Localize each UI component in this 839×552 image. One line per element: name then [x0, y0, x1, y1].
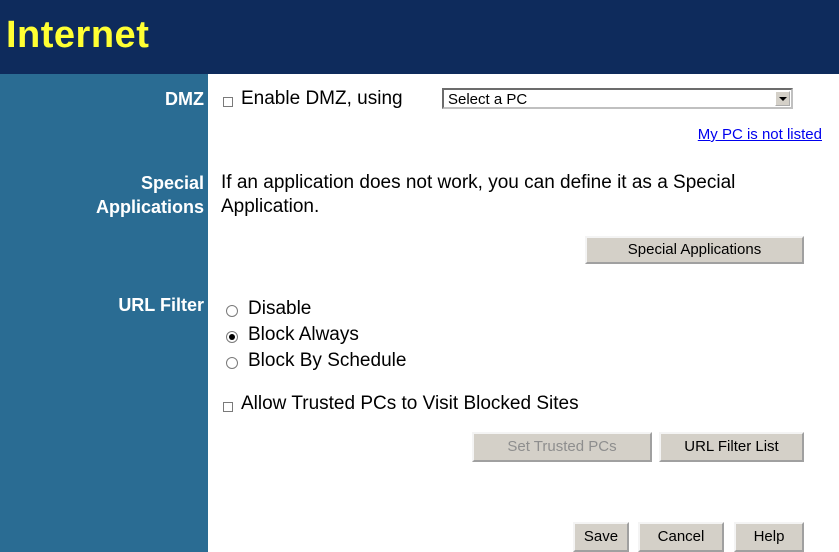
- page-title: Internet: [6, 14, 150, 56]
- dmz-section-label: DMZ: [165, 89, 204, 109]
- url-filter-section-label: URL Filter: [118, 295, 204, 315]
- allow-trusted-pcs-label: Allow Trusted PCs to Visit Blocked Sites: [241, 393, 579, 414]
- url-filter-disable-radio[interactable]: [226, 305, 238, 317]
- chevron-down-icon[interactable]: [775, 91, 790, 106]
- save-button[interactable]: Save: [573, 522, 629, 552]
- help-button[interactable]: Help: [734, 522, 804, 552]
- cancel-button[interactable]: Cancel: [638, 522, 724, 552]
- sidebar: DMZ Special Applications URL Filter: [0, 74, 208, 552]
- special-applications-button[interactable]: Special Applications: [585, 236, 804, 264]
- set-trusted-pcs-button[interactable]: Set Trusted PCs: [472, 432, 652, 462]
- url-filter-disable-label: Disable: [248, 298, 312, 319]
- header-bar: Internet: [0, 0, 839, 74]
- dmz-pc-select[interactable]: Select a PC: [442, 88, 793, 109]
- special-applications-description-line2: Application.: [221, 196, 320, 217]
- dmz-pc-select-value: Select a PC: [448, 91, 528, 108]
- allow-trusted-pcs-checkbox[interactable]: [223, 402, 233, 412]
- enable-dmz-label: Enable DMZ, using: [241, 88, 403, 109]
- url-filter-block-always-label: Block Always: [248, 324, 359, 345]
- enable-dmz-checkbox[interactable]: [223, 97, 233, 107]
- url-filter-block-by-schedule-label: Block By Schedule: [248, 350, 407, 371]
- special-applications-description-line1: If an application does not work, you can…: [221, 172, 736, 193]
- main-content: Enable DMZ, using Select a PC My PC is n…: [208, 74, 839, 552]
- url-filter-list-button[interactable]: URL Filter List: [659, 432, 804, 462]
- url-filter-block-always-radio[interactable]: [226, 331, 238, 343]
- pc-not-listed-link[interactable]: My PC is not listed: [698, 126, 822, 143]
- special-applications-label-line1: Special: [140, 173, 204, 193]
- special-applications-label-line2: Applications: [95, 197, 204, 217]
- url-filter-block-by-schedule-radio[interactable]: [226, 357, 238, 369]
